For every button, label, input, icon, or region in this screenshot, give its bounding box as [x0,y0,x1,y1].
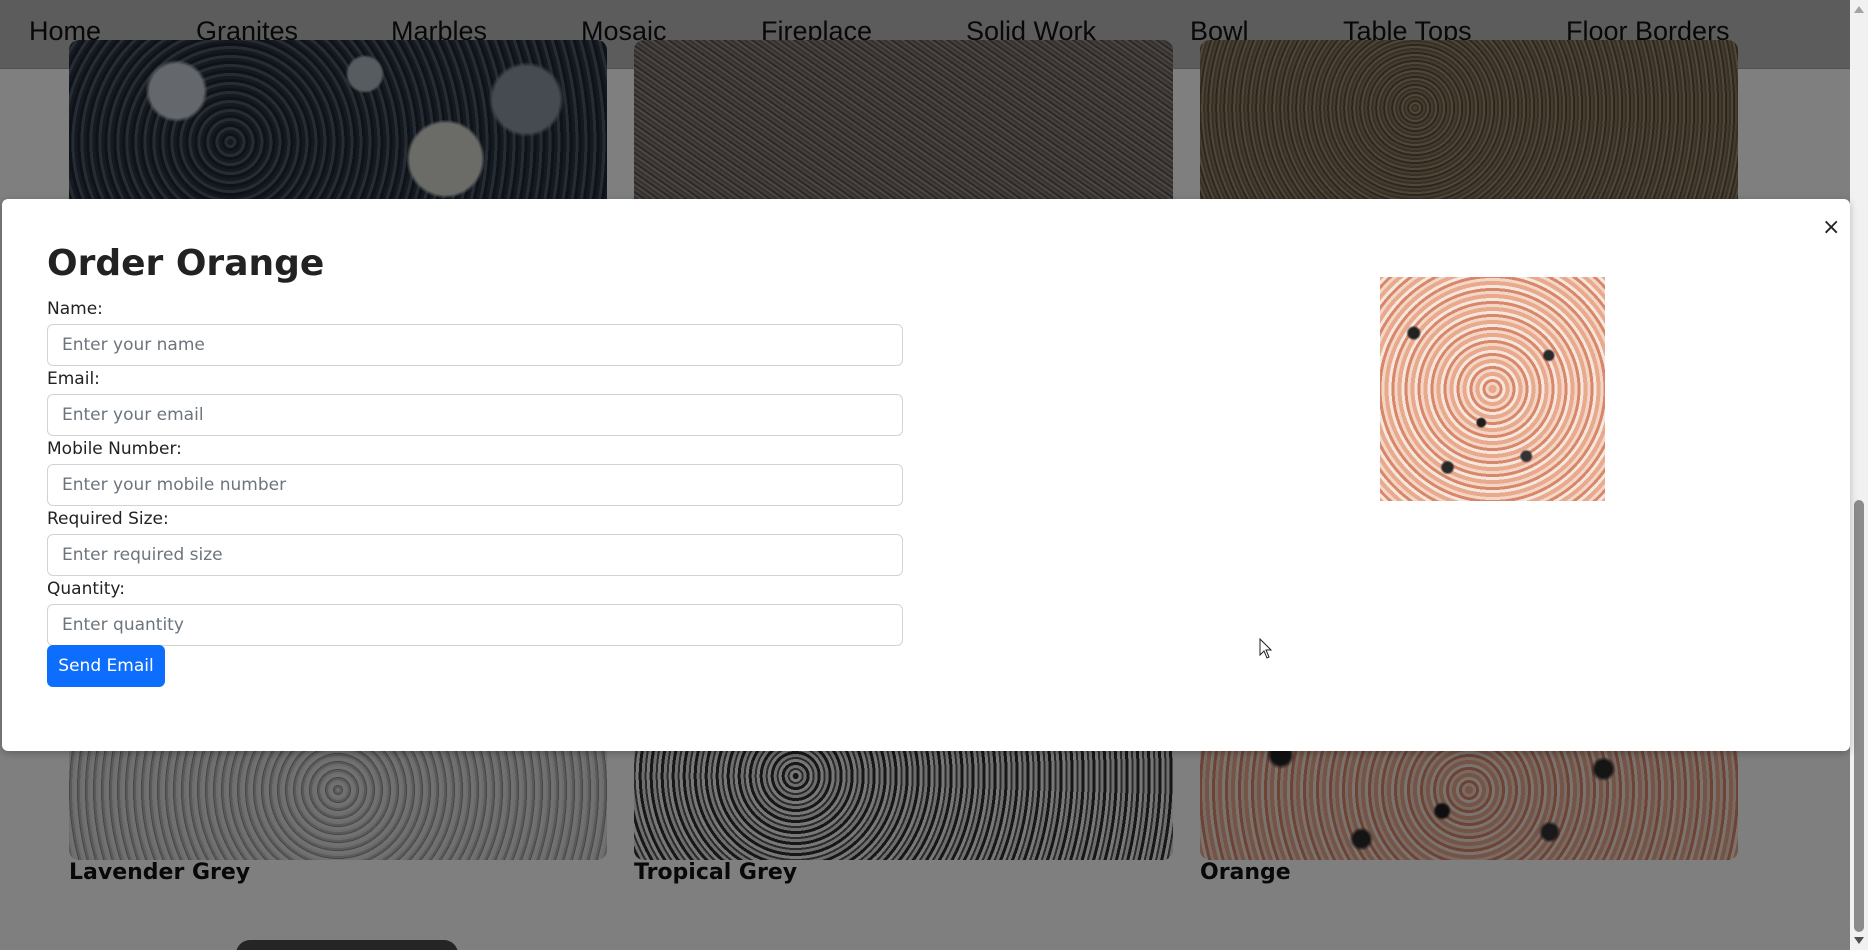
size-input[interactable] [47,534,903,576]
modal-title: Order Orange [47,243,325,284]
page-scrollbar[interactable] [1850,0,1868,950]
mobile-input[interactable] [47,464,903,506]
scrollbar-thumb[interactable] [1854,500,1864,932]
mouse-cursor-icon [1259,638,1273,659]
close-icon[interactable]: × [1822,215,1840,240]
size-label: Required Size: [47,509,169,529]
name-input[interactable] [47,324,903,366]
email-label: Email: [47,369,100,389]
scroll-down-arrow-icon[interactable] [1854,937,1864,944]
mobile-label: Mobile Number: [47,439,182,459]
quantity-input[interactable] [47,604,903,646]
orange-granite-preview-image [1380,277,1605,501]
order-modal: × Order Orange Name: Email: Mobile Numbe… [2,199,1850,751]
send-email-button[interactable]: Send Email [47,645,165,687]
scroll-up-arrow-icon[interactable] [1854,6,1864,13]
email-input[interactable] [47,394,903,436]
name-label: Name: [47,299,103,319]
quantity-label: Quantity: [47,579,125,599]
